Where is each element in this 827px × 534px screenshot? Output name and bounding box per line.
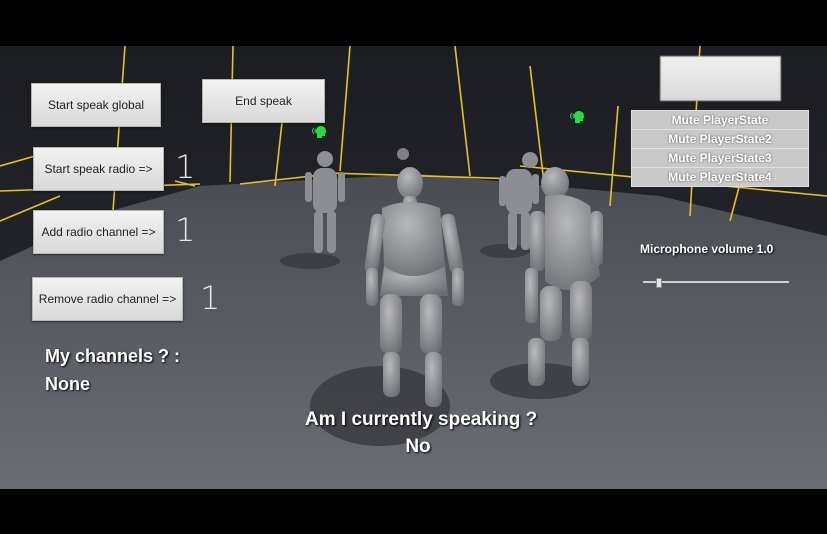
mute-playerstate-button-1[interactable]: Mute PlayerState <box>631 110 809 130</box>
my-channels-label: My channels ? : <box>45 346 181 366</box>
remove-radio-channel-button[interactable]: Remove radio channel => <box>32 277 183 321</box>
speaking-head-icon <box>570 111 584 123</box>
speaking-question-label: Am I currently speaking ? <box>305 409 538 430</box>
add-radio-channel-button[interactable]: Add radio channel => <box>33 210 164 254</box>
slider-thumb[interactable] <box>655 278 662 288</box>
radio-channel-value: 1 <box>175 148 196 186</box>
start-speak-radio-button[interactable]: Start speak radio => <box>33 147 164 191</box>
player-name-box <box>660 56 781 101</box>
speaking-head-icon <box>312 126 326 138</box>
game-screen: Start speak global End speak Start speak… <box>0 0 827 534</box>
remove-channel-value: 1 <box>200 279 221 317</box>
add-channel-value: 1 <box>175 211 196 249</box>
my-channels-value: None <box>45 374 90 394</box>
microphone-volume-label: Microphone volume 1.0 <box>640 242 774 256</box>
speaking-status-value: No <box>405 436 431 457</box>
end-speak-button[interactable]: End speak <box>202 79 325 123</box>
start-speak-global-button[interactable]: Start speak global <box>31 83 161 127</box>
mute-playerstate-button-3[interactable]: Mute PlayerState3 <box>631 148 809 168</box>
mute-playerstate-button-2[interactable]: Mute PlayerState2 <box>631 129 809 149</box>
game-viewport: Start speak global End speak Start speak… <box>0 46 827 489</box>
microphone-volume-slider[interactable] <box>643 278 789 288</box>
mute-playerstate-button-4[interactable]: Mute PlayerState4 <box>631 167 809 187</box>
mannequin-back <box>397 148 409 160</box>
